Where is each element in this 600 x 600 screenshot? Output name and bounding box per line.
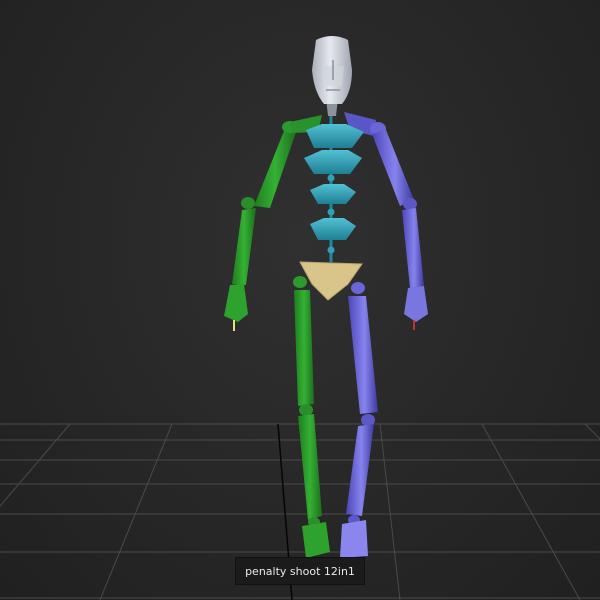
right-forearm[interactable] [402, 208, 424, 288]
3d-viewport[interactable]: penalty shoot 12in1 [0, 0, 600, 600]
scene-canvas[interactable] [0, 0, 600, 600]
head[interactable] [312, 36, 352, 116]
right-limbs[interactable] [340, 112, 428, 558]
animation-caption: penalty shoot 12in1 [235, 557, 365, 585]
right-hand[interactable] [404, 286, 428, 322]
spine-segment-middle[interactable] [310, 184, 356, 204]
left-elbow-joint[interactable] [241, 197, 255, 209]
left-forearm[interactable] [232, 208, 256, 285]
right-upper-arm[interactable] [372, 130, 414, 206]
right-foot[interactable] [340, 520, 368, 558]
right-thigh[interactable] [348, 296, 378, 414]
spine[interactable] [299, 108, 364, 301]
left-thigh[interactable] [294, 290, 314, 406]
spine-segment-lower[interactable] [310, 218, 356, 240]
left-calf[interactable] [298, 414, 322, 520]
spine-joint-1[interactable] [327, 174, 335, 182]
left-knee-joint[interactable] [299, 404, 313, 416]
left-foot[interactable] [302, 522, 330, 558]
spine-segment-upper[interactable] [304, 150, 362, 174]
left-hip-joint[interactable] [293, 276, 307, 288]
spine-joint-3[interactable] [327, 246, 335, 254]
left-limbs[interactable] [224, 115, 330, 558]
right-hip-joint[interactable] [351, 282, 365, 294]
right-calf[interactable] [346, 424, 374, 516]
spine-joint-2[interactable] [327, 208, 335, 216]
left-upper-arm[interactable] [254, 126, 296, 208]
left-hand[interactable] [224, 284, 248, 322]
